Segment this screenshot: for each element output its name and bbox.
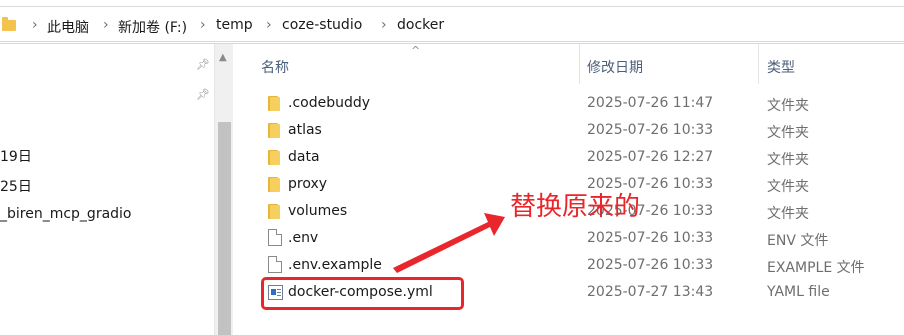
file-row-atlas[interactable]: atlas 2025-07-26 10:33 文件夹 xyxy=(258,117,904,144)
file-icon xyxy=(268,256,282,273)
file-type: YAML file xyxy=(767,284,830,300)
sort-ascending-icon: ^ xyxy=(411,44,421,57)
navigation-pane[interactable]: 📌︎ 📌︎ 19日 25日 _biren_mcp_gradio ▲ xyxy=(0,44,233,335)
column-header-date[interactable]: 修改日期 xyxy=(587,57,643,77)
file-type: 文件夹 xyxy=(767,98,809,114)
file-name: .env.example xyxy=(288,257,382,273)
column-header-type[interactable]: 类型 xyxy=(767,57,795,77)
file-name: volumes xyxy=(288,203,348,219)
chevron-right-icon[interactable]: › xyxy=(381,17,387,33)
file-date: 2025-07-26 10:33 xyxy=(587,230,714,246)
column-divider[interactable] xyxy=(579,44,580,84)
file-name: .env xyxy=(288,230,319,246)
breadcrumb-this-pc[interactable]: 此电脑 xyxy=(47,17,89,37)
file-date: 2025-07-26 12:27 xyxy=(587,149,714,165)
file-type: ENV 文件 xyxy=(767,233,829,249)
file-type: 文件夹 xyxy=(767,206,809,222)
file-name: data xyxy=(288,149,320,165)
file-row-data[interactable]: data 2025-07-26 12:27 文件夹 xyxy=(258,144,904,171)
breadcrumb-docker[interactable]: docker xyxy=(397,17,444,33)
chevron-right-icon[interactable]: › xyxy=(32,17,38,33)
file-name: atlas xyxy=(288,122,322,138)
nav-item-biren-mcp-gradio[interactable]: _biren_mcp_gradio xyxy=(0,206,132,222)
nav-item-25[interactable]: 25日 xyxy=(0,176,32,196)
folder-icon xyxy=(268,204,280,219)
chevron-right-icon[interactable]: › xyxy=(103,17,109,33)
nav-scrollbar-thumb[interactable] xyxy=(218,122,231,335)
nav-item-19[interactable]: 19日 xyxy=(0,146,32,166)
pin-icon[interactable]: 📌︎ xyxy=(196,88,210,101)
breadcrumb-drive-f[interactable]: 新加卷 (F:) xyxy=(118,17,187,37)
file-date: 2025-07-27 13:43 xyxy=(587,284,714,300)
nav-scrollbar[interactable]: ▲ xyxy=(214,44,233,335)
folder-icon xyxy=(268,177,280,192)
annotation-highlight-box xyxy=(261,277,464,310)
annotation-label: 替换原来的 xyxy=(510,192,641,222)
breadcrumb-temp[interactable]: temp xyxy=(216,17,253,33)
folder-icon xyxy=(268,150,280,165)
folder-icon xyxy=(2,17,16,31)
folder-icon xyxy=(268,96,280,111)
pin-icon[interactable]: 📌︎ xyxy=(196,58,210,71)
file-row-codebuddy[interactable]: .codebuddy 2025-07-26 11:47 文件夹 xyxy=(258,90,904,117)
file-date: 2025-07-26 10:33 xyxy=(587,122,714,138)
file-name: .codebuddy xyxy=(288,95,371,111)
file-type: 文件夹 xyxy=(767,125,809,141)
file-type: 文件夹 xyxy=(767,179,809,195)
file-date: 2025-07-26 10:33 xyxy=(587,257,714,273)
address-bar[interactable]: › 此电脑 › 新加卷 (F:) › temp › coze-studio › … xyxy=(0,0,904,44)
folder-icon xyxy=(268,123,280,138)
file-row-env-example[interactable]: .env.example 2025-07-26 10:33 EXAMPLE 文件 xyxy=(258,252,904,279)
scroll-up-icon[interactable]: ▲ xyxy=(219,52,227,63)
chevron-right-icon[interactable]: › xyxy=(200,17,206,33)
file-type: 文件夹 xyxy=(767,152,809,168)
file-date: 2025-07-26 11:47 xyxy=(587,95,714,111)
column-divider[interactable] xyxy=(758,44,759,84)
breadcrumb-coze-studio[interactable]: coze-studio xyxy=(282,17,362,33)
file-row-env[interactable]: .env 2025-07-26 10:33 ENV 文件 xyxy=(258,225,904,252)
breadcrumb[interactable]: › 此电脑 › 新加卷 (F:) › temp › coze-studio › … xyxy=(0,6,904,42)
file-icon xyxy=(268,229,282,246)
column-header-name[interactable]: 名称 xyxy=(261,57,289,77)
chevron-right-icon[interactable]: › xyxy=(266,17,272,33)
file-name: proxy xyxy=(288,176,328,192)
file-type: EXAMPLE 文件 xyxy=(767,260,865,276)
